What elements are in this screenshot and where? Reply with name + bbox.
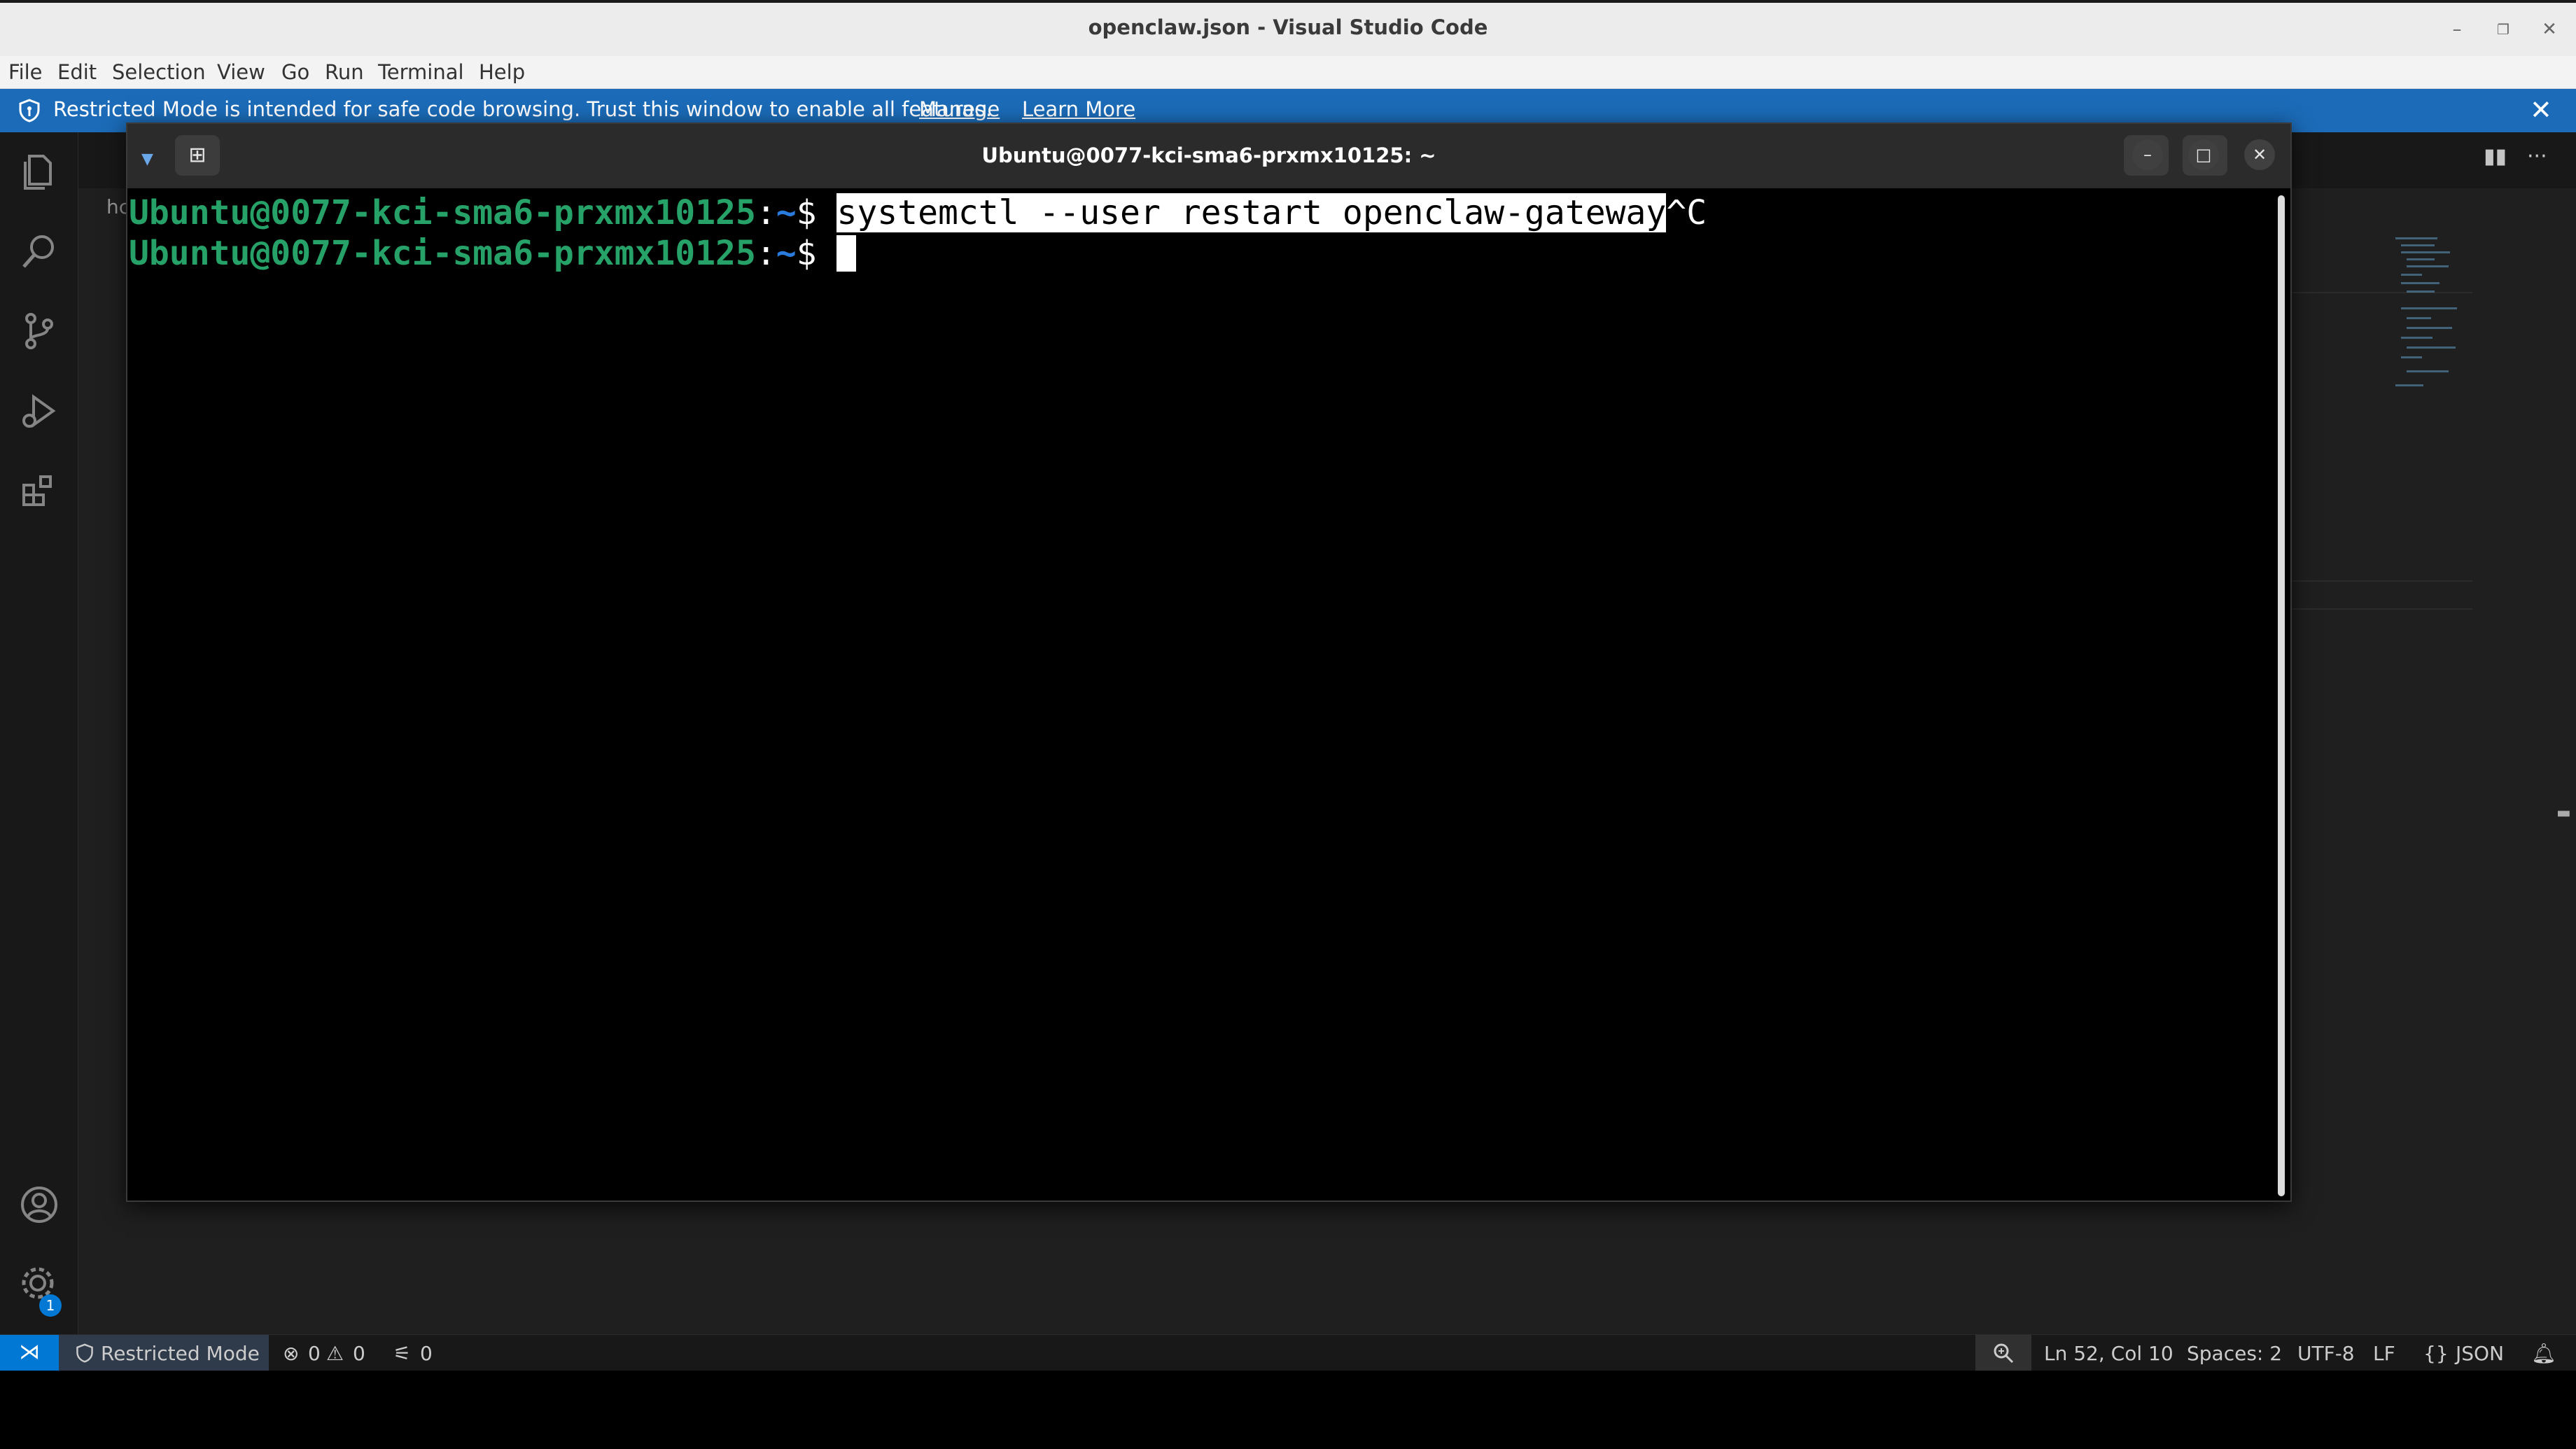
prompt-user-host: Ubuntu@0077-kci-sma6-prxmx10125 [129, 234, 756, 273]
account-icon[interactable] [17, 1182, 62, 1227]
prompt-path: ~ [776, 234, 797, 273]
banner-manage-link[interactable]: Manage [919, 97, 1000, 121]
banner-close-icon[interactable]: ✕ [2530, 94, 2552, 125]
shield-icon [19, 99, 40, 122]
run-debug-icon[interactable] [17, 388, 62, 433]
zoom-icon[interactable] [1975, 1335, 2031, 1371]
terminal-output[interactable]: Ubuntu@0077-kci-sma6-prxmx10125:~$ syste… [127, 188, 2290, 1200]
terminal-title: Ubuntu@0077-kci-sma6-prxmx10125: ~ [981, 144, 1436, 167]
cursor-position[interactable]: Ln 52, Col 10 [2044, 1342, 2174, 1365]
terminal-close-button[interactable]: ✕ [2244, 139, 2275, 170]
error-count[interactable]: 0 [308, 1342, 321, 1365]
terminal-maximize-button[interactable]: □ [2188, 139, 2219, 170]
window-restore-button[interactable]: ❐ [2491, 17, 2516, 42]
menubar: File Edit Selection View Go Run Terminal… [0, 56, 2576, 89]
window-minimize-button[interactable]: – [2444, 17, 2470, 42]
prompt-dollar: $ [796, 234, 837, 273]
vscode-screen: openclaw.json - Visual Studio Code – ❐ ✕… [0, 0, 2576, 1371]
menu-go[interactable]: Go [281, 60, 309, 84]
scroll-marker: ▬ [2556, 804, 2571, 822]
language-mode[interactable]: JSON [2456, 1342, 2504, 1365]
terminal-window[interactable]: ▼ ⊞ Ubuntu@0077-kci-sma6-prxmx10125: ~ ⌕… [126, 122, 2292, 1202]
banner-message: Restricted Mode is intended for safe cod… [53, 97, 993, 121]
window-title: openclaw.json - Visual Studio Code [1088, 15, 1488, 39]
extensions-icon[interactable] [17, 468, 62, 513]
prompt-colon: : [755, 234, 776, 273]
end-of-line[interactable]: LF [2373, 1342, 2395, 1365]
settings-badge: 1 [39, 1294, 62, 1317]
terminal-minimize-button[interactable]: – [2132, 139, 2163, 170]
terminal-scrollbar[interactable] [2278, 195, 2285, 1196]
activity-bar: 1 [0, 132, 78, 1334]
window-close-button[interactable]: ✕ [2537, 17, 2562, 42]
warning-count[interactable]: 0 [353, 1342, 365, 1365]
terminal-line-1: Ubuntu@0077-kci-sma6-prxmx10125:~$ syste… [129, 192, 1707, 233]
error-icon: ⊗ [283, 1342, 300, 1365]
interrupt-text: ^C [1666, 193, 1707, 232]
restricted-mode-status[interactable]: Restricted Mode [59, 1335, 269, 1371]
os-titlebar: openclaw.json - Visual Studio Code – ❐ ✕ [0, 0, 2576, 56]
remote-indicator-icon[interactable]: ⋊ [0, 1335, 59, 1371]
menu-file[interactable]: File [8, 60, 43, 84]
terminal-line-2: Ubuntu@0077-kci-sma6-prxmx10125:~$ [129, 233, 857, 274]
split-editor-icon[interactable]: ▮▮ [2484, 144, 2507, 169]
terminal-cursor [836, 235, 857, 272]
warning-icon: ⚠ [326, 1342, 344, 1365]
terminal-titlebar: ▼ ⊞ Ubuntu@0077-kci-sma6-prxmx10125: ~ ⌕… [127, 124, 2290, 188]
search-icon[interactable] [17, 229, 62, 274]
source-control-icon[interactable] [17, 309, 62, 354]
notifications-bell-icon[interactable]: 🔔︎ [2531, 1342, 2556, 1365]
status-bar: ⋊ Restricted Mode ⊗ 0 ⚠ 0 ⚟ 0 Ln 52, Col… [0, 1334, 2576, 1371]
banner-learn-more-link[interactable]: Learn More [1022, 97, 1135, 121]
menu-edit[interactable]: Edit [57, 60, 97, 84]
prompt-dollar: $ [796, 193, 837, 232]
language-braces-icon: {} [2423, 1342, 2449, 1365]
menu-selection[interactable]: Selection [112, 60, 206, 84]
minimap[interactable] [2388, 230, 2472, 412]
prompt-path: ~ [776, 193, 797, 232]
more-actions-icon[interactable]: ··· [2527, 144, 2547, 169]
prompt-user-host: Ubuntu@0077-kci-sma6-prxmx10125 [129, 193, 756, 232]
menu-run[interactable]: Run [325, 60, 364, 84]
ports-icon: ⚟ [393, 1342, 412, 1365]
indentation[interactable]: Spaces: 2 [2187, 1342, 2282, 1365]
encoding[interactable]: UTF-8 [2297, 1342, 2355, 1365]
explorer-icon[interactable] [17, 149, 62, 194]
menu-terminal[interactable]: Terminal [378, 60, 464, 84]
restricted-mode-label: Restricted Mode [101, 1342, 260, 1365]
menu-help[interactable]: Help [479, 60, 525, 84]
selected-command: systemctl --user restart openclaw-gatewa… [836, 193, 1667, 232]
prompt-colon: : [755, 193, 776, 232]
shield-icon [76, 1343, 93, 1363]
ports-count[interactable]: 0 [420, 1342, 433, 1365]
menu-view[interactable]: View [217, 60, 265, 84]
